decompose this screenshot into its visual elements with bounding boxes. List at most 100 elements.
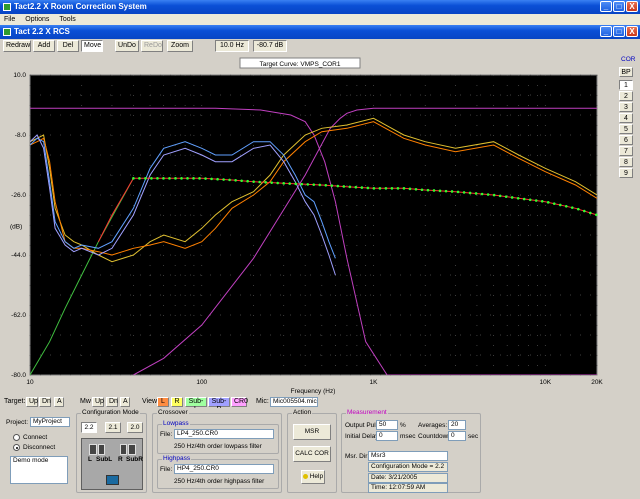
- target-point[interactable]: [504, 195, 508, 198]
- msr-button[interactable]: MSR: [293, 424, 331, 440]
- disconnect-radio[interactable]: [13, 444, 20, 451]
- lowpass-file-field[interactable]: LP4_250.CR0: [174, 429, 274, 439]
- mw-a-button[interactable]: A: [120, 397, 130, 407]
- cor-button-7[interactable]: 7: [619, 146, 633, 156]
- target-point[interactable]: [276, 181, 279, 185]
- target-point[interactable]: [186, 177, 189, 180]
- view-r-button[interactable]: R: [171, 397, 183, 407]
- target-point[interactable]: [354, 185, 358, 189]
- child-close-button[interactable]: X: [626, 26, 638, 37]
- cor-button-bp[interactable]: BP: [619, 67, 633, 77]
- target-point[interactable]: [300, 182, 304, 186]
- target-point[interactable]: [408, 187, 412, 191]
- target-point[interactable]: [180, 177, 183, 180]
- view-l-button[interactable]: L: [157, 397, 169, 407]
- mw-down-button[interactable]: Dn: [106, 397, 118, 407]
- maximize-button[interactable]: □: [613, 1, 625, 12]
- cor-button-8[interactable]: 8: [619, 157, 633, 167]
- frequency-response-chart[interactable]: Target Curve: VMPS_COR1 10.0 -8.0 -26.0 -44.…: [0, 53, 612, 396]
- target-point[interactable]: [432, 189, 436, 192]
- target-point[interactable]: [558, 203, 562, 207]
- add-button[interactable]: Add: [33, 40, 55, 52]
- target-point[interactable]: [564, 204, 568, 208]
- view-sub-r-button[interactable]: Sub-R: [208, 397, 230, 413]
- target-point[interactable]: [595, 213, 598, 217]
- target-point[interactable]: [216, 177, 219, 181]
- target-point[interactable]: [138, 177, 141, 180]
- countdown-input[interactable]: 0: [448, 431, 466, 441]
- target-point[interactable]: [546, 201, 550, 204]
- child-maximize-button[interactable]: □: [613, 26, 625, 37]
- zoom-button[interactable]: Zoom: [167, 40, 193, 52]
- target-point[interactable]: [198, 177, 201, 180]
- target-point[interactable]: [132, 177, 135, 180]
- calc-cor-button[interactable]: CALC COR: [293, 446, 331, 462]
- target-point[interactable]: [324, 183, 328, 187]
- child-minimize-button[interactable]: _: [600, 26, 612, 37]
- cor-button-6[interactable]: 6: [619, 135, 633, 145]
- target-point[interactable]: [384, 187, 388, 190]
- target-point[interactable]: [510, 196, 514, 199]
- target-point[interactable]: [210, 177, 213, 181]
- menu-tools[interactable]: Tools: [59, 14, 75, 25]
- redo-button[interactable]: ReDo: [141, 40, 163, 52]
- menu-options[interactable]: Options: [25, 14, 49, 25]
- target-point[interactable]: [534, 199, 538, 202]
- connect-radio[interactable]: [13, 434, 20, 441]
- mic-file-field[interactable]: Mic005504.mic: [270, 397, 318, 407]
- msr-dir-input[interactable]: Msr3: [368, 451, 448, 461]
- minimize-button[interactable]: _: [600, 1, 612, 12]
- output-pulse-input[interactable]: 50: [376, 420, 398, 430]
- target-point[interactable]: [150, 177, 153, 180]
- config-2-0-button[interactable]: 2.0: [127, 422, 143, 433]
- target-point[interactable]: [570, 206, 574, 209]
- target-point[interactable]: [270, 181, 273, 184]
- target-point[interactable]: [162, 177, 165, 180]
- target-point[interactable]: [246, 179, 249, 183]
- target-point[interactable]: [444, 189, 448, 193]
- highpass-file-field[interactable]: HP4_250.CR0: [174, 464, 274, 474]
- target-point[interactable]: [390, 187, 394, 190]
- target-point[interactable]: [336, 184, 340, 188]
- target-point[interactable]: [402, 187, 406, 190]
- cor-button-4[interactable]: 4: [619, 113, 633, 123]
- target-point[interactable]: [360, 186, 364, 189]
- view-sub-l-button[interactable]: Sub-L: [185, 397, 207, 413]
- target-point[interactable]: [330, 184, 334, 187]
- target-point[interactable]: [144, 177, 147, 180]
- redraw-button[interactable]: Redraw: [3, 40, 31, 52]
- target-point[interactable]: [438, 189, 442, 193]
- target-point[interactable]: [414, 187, 418, 191]
- target-point[interactable]: [318, 183, 322, 187]
- target-point[interactable]: [474, 192, 478, 195]
- help-button[interactable]: Help: [301, 470, 325, 484]
- target-point[interactable]: [348, 185, 352, 189]
- mw-up-button[interactable]: Up: [92, 397, 104, 407]
- target-a-button[interactable]: A: [54, 397, 64, 407]
- target-point[interactable]: [234, 178, 237, 182]
- target-point[interactable]: [240, 179, 243, 183]
- target-point[interactable]: [540, 199, 544, 203]
- target-point[interactable]: [552, 202, 556, 205]
- target-point[interactable]: [378, 187, 382, 190]
- target-point[interactable]: [528, 198, 532, 202]
- target-point[interactable]: [450, 190, 454, 193]
- target-point[interactable]: [589, 211, 592, 215]
- target-point[interactable]: [480, 192, 484, 196]
- cor-button-2[interactable]: 2: [619, 91, 633, 101]
- target-point[interactable]: [468, 191, 472, 195]
- target-point[interactable]: [228, 178, 231, 182]
- cor-button-1[interactable]: 1: [619, 80, 633, 90]
- target-point[interactable]: [312, 183, 316, 186]
- target-point[interactable]: [516, 196, 520, 200]
- target-point[interactable]: [426, 188, 430, 192]
- target-point[interactable]: [582, 209, 586, 213]
- target-point[interactable]: [396, 187, 400, 190]
- del-button[interactable]: Del: [57, 40, 79, 52]
- target-point[interactable]: [288, 182, 292, 185]
- target-point[interactable]: [342, 185, 346, 188]
- target-up-button[interactable]: Up: [26, 397, 38, 407]
- target-point[interactable]: [366, 186, 370, 190]
- undo-button[interactable]: UnDo: [115, 40, 139, 52]
- target-point[interactable]: [258, 180, 261, 184]
